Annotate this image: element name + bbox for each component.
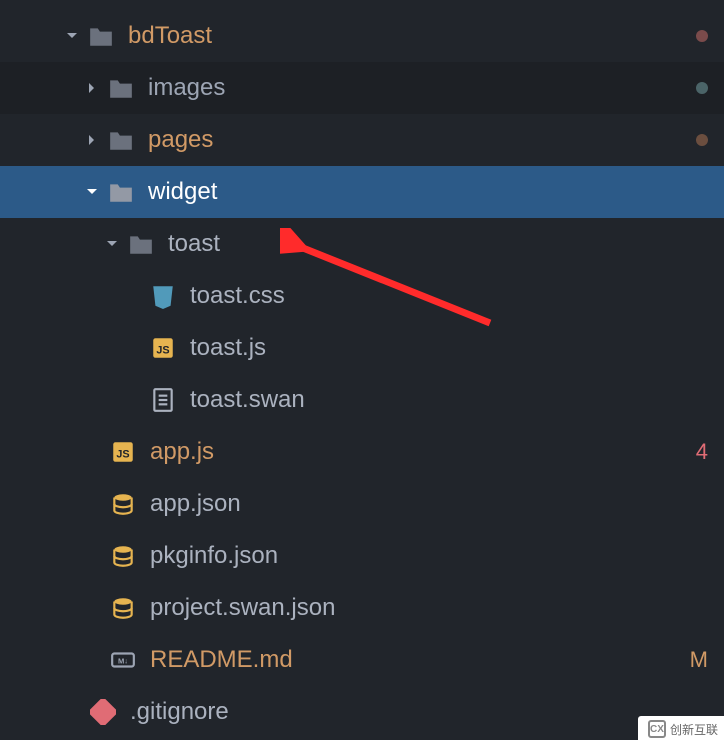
- tree-item-label: images: [148, 74, 688, 102]
- git-modified-badge: M: [690, 647, 708, 673]
- tree-item-label: pkginfo.json: [150, 542, 708, 570]
- watermark: CX 创新互联: [638, 716, 724, 740]
- watermark-logo-icon: CX: [648, 720, 666, 738]
- tree-folder-bdtoast[interactable]: bdToast: [0, 10, 724, 62]
- tree-item-label: app.json: [150, 490, 708, 518]
- tree-file-toast-swan[interactable]: toast.swan: [0, 374, 724, 426]
- folder-open-icon: [108, 179, 134, 205]
- tree-file-toast-css[interactable]: toast.css: [0, 270, 724, 322]
- status-dot: [696, 82, 708, 94]
- js-file-icon: [110, 439, 136, 465]
- json-file-icon: [110, 595, 136, 621]
- tree-file-toast-js[interactable]: toast.js: [0, 322, 724, 374]
- tree-item-label: toast.js: [190, 334, 708, 362]
- json-file-icon: [110, 543, 136, 569]
- chevron-down-icon: [104, 236, 120, 252]
- status-dot: [696, 30, 708, 42]
- folder-open-icon: [128, 231, 154, 257]
- chevron-down-icon: [64, 28, 80, 44]
- tree-item-label: app.js: [150, 438, 688, 466]
- js-file-icon: [150, 335, 176, 361]
- git-file-icon: [90, 699, 116, 725]
- tree-item-label: toast: [168, 230, 708, 258]
- markdown-file-icon: [110, 647, 136, 673]
- tree-file-project-swan-json[interactable]: project.swan.json: [0, 582, 724, 634]
- status-dot: [696, 134, 708, 146]
- tree-file-app-json[interactable]: app.json: [0, 478, 724, 530]
- tree-file-readme-md[interactable]: README.md M: [0, 634, 724, 686]
- css-file-icon: [150, 283, 176, 309]
- tree-item-label: bdToast: [128, 22, 688, 50]
- tree-item-label: toast.swan: [190, 386, 708, 414]
- file-tree: bdToast images pages widget toast toast.…: [0, 0, 724, 738]
- tree-file-app-js[interactable]: app.js 4: [0, 426, 724, 478]
- tree-file-gitignore[interactable]: .gitignore: [0, 686, 724, 738]
- tree-item-label: pages: [148, 126, 688, 154]
- tree-item-label: toast.css: [190, 282, 708, 310]
- chevron-right-icon: [84, 80, 100, 96]
- tree-item-label: .gitignore: [130, 698, 708, 726]
- tree-folder-images[interactable]: images: [0, 62, 724, 114]
- folder-open-icon: [88, 23, 114, 49]
- folder-icon: [108, 127, 134, 153]
- tree-file-pkginfo-json[interactable]: pkginfo.json: [0, 530, 724, 582]
- folder-icon: [108, 75, 134, 101]
- tree-item-label: project.swan.json: [150, 594, 708, 622]
- json-file-icon: [110, 491, 136, 517]
- tree-folder-widget[interactable]: widget: [0, 166, 724, 218]
- tree-item-label: widget: [148, 178, 708, 206]
- chevron-down-icon: [84, 184, 100, 200]
- tree-item-label: README.md: [150, 646, 682, 674]
- tree-folder-pages[interactable]: pages: [0, 114, 724, 166]
- swan-file-icon: [150, 387, 176, 413]
- watermark-text: 创新互联: [670, 721, 718, 738]
- git-changes-badge: 4: [696, 439, 708, 465]
- tree-folder-toast[interactable]: toast: [0, 218, 724, 270]
- chevron-right-icon: [84, 132, 100, 148]
